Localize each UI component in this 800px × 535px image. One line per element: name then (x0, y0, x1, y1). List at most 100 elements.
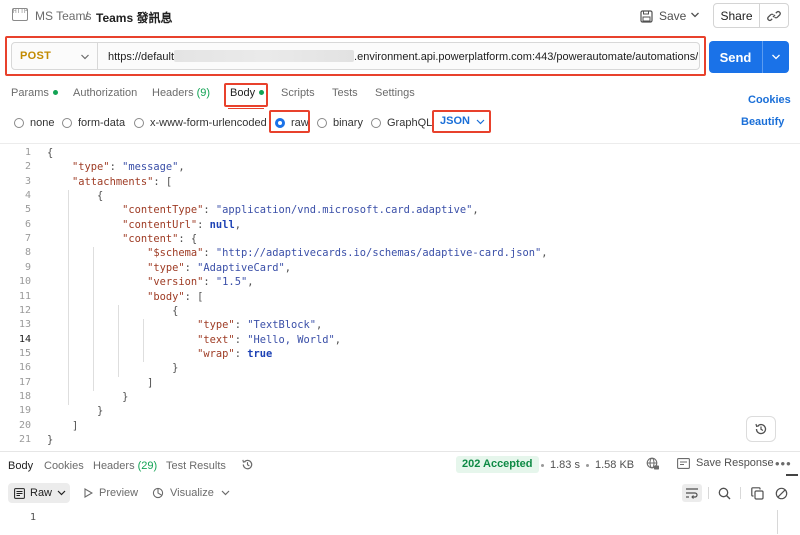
code-token: : (197, 218, 210, 231)
chevron-down-icon[interactable] (476, 118, 485, 126)
code-line[interactable]: "type": "message", (47, 161, 185, 173)
code-line[interactable]: { (47, 305, 178, 317)
search-icon (718, 487, 730, 499)
code-line[interactable]: "contentUrl": null, (47, 219, 241, 231)
code-token: "Hello, World" (247, 333, 335, 346)
preview-button[interactable]: Preview (84, 487, 138, 499)
code-line[interactable]: "text": "Hello, World", (47, 334, 341, 346)
visualize-icon (152, 487, 164, 499)
visualize-button[interactable]: Visualize (152, 487, 214, 499)
code-token: "wrap" (197, 347, 235, 360)
history-icon[interactable] (241, 458, 254, 471)
radio-binary[interactable]: binary (317, 117, 363, 129)
radio-graphql[interactable]: GraphQL (371, 117, 432, 129)
send-options-button[interactable] (763, 41, 789, 73)
body-tab-highlight (224, 83, 268, 107)
tab-headers[interactable]: Headers (9) (152, 87, 210, 99)
breadcrumb-parent[interactable]: MS Teams (35, 9, 91, 23)
status-badge[interactable]: 202 Accepted (456, 456, 539, 473)
line-number: 16 (18, 362, 31, 374)
code-line[interactable]: "attachments": [ (47, 176, 172, 188)
code-editor[interactable]: 1 2 3 4 5 6 7 8 9 10 11 12 13 14 15 16 17 18 19 20 21 { "typ… (0, 143, 800, 476)
code-token: , (284, 261, 292, 274)
line-number: 11 (18, 290, 31, 302)
response-tab-body[interactable]: Body (8, 460, 33, 472)
code-line[interactable]: ] (47, 420, 78, 432)
radio-urlencoded[interactable]: x-www-form-urlencoded (134, 117, 267, 129)
code-line[interactable]: "content": { (47, 233, 197, 245)
beautify-link[interactable]: Beautify (741, 116, 784, 128)
code-token: "TextBlock" (247, 319, 317, 332)
tab-authorization[interactable]: Authorization (73, 87, 137, 99)
send-button[interactable]: Send (709, 41, 763, 73)
wrap-lines-button[interactable] (682, 484, 702, 502)
radio-binary-label: binary (333, 117, 363, 129)
method-select[interactable]: POST (20, 50, 51, 62)
copy-button[interactable] (747, 484, 767, 502)
url-input[interactable]: https://default .environment.api.powerpla… (108, 50, 698, 63)
response-time[interactable]: 1.83 s (550, 459, 580, 471)
response-size[interactable]: 1.58 KB (595, 459, 634, 471)
request-name[interactable]: Teams 發訊息 (96, 9, 172, 26)
save-response-button[interactable]: Save Response (677, 457, 774, 469)
code-line[interactable]: "type": "TextBlock", (47, 319, 322, 331)
history-button[interactable] (746, 416, 776, 442)
response-view-select[interactable]: Raw (8, 483, 70, 503)
code-line[interactable]: "type": "AdaptiveCard", (47, 262, 291, 274)
code-token: "type" (197, 319, 235, 332)
code-line[interactable]: } (47, 362, 178, 374)
code-line[interactable]: "body": [ (47, 291, 203, 303)
code-line[interactable]: { (47, 190, 103, 202)
code-line[interactable]: { (47, 147, 53, 159)
save-button[interactable]: Save (640, 5, 686, 27)
share-button[interactable]: Share (714, 4, 760, 27)
radio-form-data[interactable]: form-data (62, 117, 125, 129)
search-button[interactable] (714, 484, 734, 502)
save-response-label: Save Response (696, 457, 774, 469)
code-token: { (47, 304, 179, 317)
radio-none[interactable]: none (14, 117, 54, 129)
line-number: 6 (24, 218, 31, 230)
more-options-icon[interactable]: ••• (775, 456, 792, 471)
cookies-link[interactable]: Cookies (748, 94, 791, 106)
radio-graphql-label: GraphQL (387, 117, 433, 129)
code-line[interactable]: } (47, 434, 53, 446)
tab-settings[interactable]: Settings (375, 87, 415, 99)
code-line[interactable]: "version": "1.5", (47, 276, 253, 288)
tab-params[interactable]: Params (11, 87, 58, 99)
code-token: : { (178, 233, 198, 246)
code-line[interactable]: } (47, 391, 128, 403)
chevron-down-icon[interactable] (690, 9, 700, 21)
line-gutter: 1 2 3 4 5 6 7 8 9 10 11 12 13 14 15 16 17 18 19 20 21 (0, 144, 38, 448)
redacted-url-segment (174, 50, 355, 62)
response-tab-headers[interactable]: Headers (29) (93, 460, 157, 472)
line-number: 21 (18, 434, 31, 445)
code-line[interactable]: "$schema": "http://adaptivecards.io/sche… (47, 247, 547, 259)
code-line[interactable]: "wrap": true (47, 348, 272, 360)
code-line[interactable]: ] (47, 377, 153, 389)
chevron-down-icon[interactable] (221, 489, 230, 497)
tab-scripts[interactable]: Scripts (281, 87, 315, 99)
save-label: Save (659, 9, 687, 23)
chevron-down-icon[interactable] (80, 52, 90, 62)
copy-link-button[interactable] (760, 4, 788, 27)
globe-lock-icon[interactable] (646, 457, 660, 471)
code-token: : (203, 204, 216, 217)
code-line[interactable]: "contentType": "application/vnd.microsof… (47, 204, 479, 216)
response-scrollbar[interactable] (777, 510, 778, 534)
line-number: 17 (18, 376, 31, 388)
code-line[interactable]: } (47, 405, 103, 417)
active-tab-indicator (228, 108, 264, 109)
code-token: "AdaptiveCard" (197, 261, 285, 274)
clear-button[interactable] (771, 484, 791, 502)
preview-label: Preview (99, 487, 139, 499)
format-select[interactable]: JSON (440, 115, 470, 127)
tab-tests[interactable]: Tests (332, 87, 358, 99)
response-tab-cookies[interactable]: Cookies (44, 460, 84, 472)
response-tab-test-results[interactable]: Test Results (166, 460, 226, 472)
line-number: 5 (24, 204, 31, 216)
